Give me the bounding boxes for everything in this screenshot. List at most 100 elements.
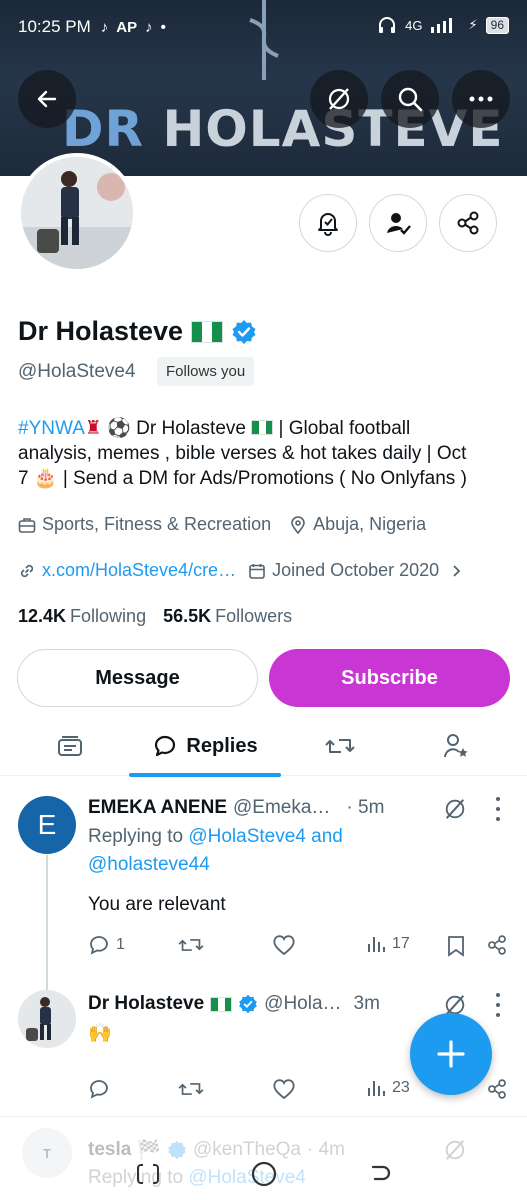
- grok-icon[interactable]: [443, 797, 467, 821]
- more-icon: [469, 96, 493, 102]
- subscribe-button[interactable]: Subscribe: [269, 649, 510, 707]
- tweet-1-reply-button[interactable]: 1: [88, 934, 125, 956]
- tweet-1-header: EMEKA ANENE @Emeka… · 5m: [88, 797, 384, 819]
- bell-check-icon: [318, 213, 338, 236]
- tab-highlights[interactable]: [40, 716, 100, 776]
- recents-icon[interactable]: [135, 1161, 161, 1187]
- message-button[interactable]: Message: [17, 649, 258, 707]
- tweet-1-like-button[interactable]: [272, 934, 296, 956]
- following-link[interactable]: 12.4K Following: [18, 606, 146, 626]
- tweet-2-handle[interactable]: @Hola…: [264, 993, 341, 1015]
- tweet-1-views[interactable]: 17: [366, 934, 410, 954]
- signal-icon: [430, 18, 452, 33]
- tweet-2-author-name[interactable]: Dr Holasteve: [88, 993, 204, 1015]
- profile-avatar[interactable]: [17, 153, 137, 273]
- calendar-icon: [249, 563, 265, 579]
- network-label: 4G: [405, 17, 423, 33]
- share-profile-button[interactable]: [439, 194, 497, 252]
- tweet-2-repost-button[interactable]: [178, 1078, 204, 1100]
- reply-mention-2[interactable]: @holasteve44: [88, 854, 210, 875]
- profile-bio: #YNWA♜ ⚽ Dr Holasteve | Global football …: [18, 418, 467, 489]
- status-app-ap: AP: [116, 18, 138, 36]
- battery-indicator: 96: [485, 16, 509, 34]
- profile-location: Abuja, Nigeria: [313, 514, 427, 534]
- tweet-1-replying-to: Replying to @HolaSteve4 and @holasteve44: [88, 826, 343, 875]
- tab-replies[interactable]: Replies: [129, 716, 281, 776]
- charging-icon: ⚡: [468, 17, 478, 32]
- profile-meta-row-1: Sports, Fitness & Recreation Abuja, Nige…: [18, 514, 426, 535]
- home-icon[interactable]: [250, 1160, 278, 1188]
- tweet-divider: [0, 1116, 527, 1117]
- replies-icon: [155, 735, 176, 757]
- follow-counts: 12.4K Following 56.5K Followers: [18, 606, 292, 627]
- system-nav-bar: [0, 1148, 527, 1200]
- link-icon: [20, 564, 34, 577]
- reposts-icon: [325, 739, 355, 753]
- notifications-button[interactable]: [299, 194, 357, 252]
- tweet-1-reply-count: 1: [116, 936, 125, 953]
- tweet-1-text: You are relevant: [88, 894, 226, 915]
- tweet-2-text: 🙌: [88, 1023, 112, 1044]
- status-dot: •: [160, 18, 166, 36]
- grok-icon: [328, 88, 350, 110]
- tiktok-icon: ♪: [145, 18, 153, 36]
- tweet-2-more-button[interactable]: [490, 993, 506, 1017]
- more-button[interactable]: [452, 70, 510, 128]
- search-button[interactable]: [381, 70, 439, 128]
- search-icon: [398, 87, 423, 112]
- active-tab-indicator: [129, 773, 281, 777]
- location-pin-icon: [291, 515, 305, 534]
- tab-affiliates[interactable]: [426, 716, 486, 776]
- repost-icon: [178, 1083, 204, 1095]
- liverpool-crest-icon: ♜: [84, 418, 102, 439]
- verified-badge-icon[interactable]: [231, 319, 257, 345]
- briefcase-icon: [18, 517, 36, 533]
- profile-category[interactable]: Sports, Fitness & Recreation: [42, 514, 271, 535]
- profile-website-link[interactable]: x.com/HolaSteve4/cre…: [42, 560, 236, 581]
- tweet-2-avatar[interactable]: [18, 990, 76, 1048]
- back-button[interactable]: [18, 70, 76, 128]
- tweet-1-author-name[interactable]: EMEKA ANENE: [88, 797, 227, 819]
- back-arrow-icon: [37, 90, 57, 108]
- reply-mention-1[interactable]: @HolaSteve4 and: [188, 826, 343, 847]
- avatar-photo: [21, 157, 133, 269]
- profile-tabs: Replies: [0, 716, 527, 777]
- display-name: Dr Holasteve: [18, 316, 184, 346]
- tweet-1-more-button[interactable]: [490, 797, 506, 821]
- tab-replies-label: Replies: [186, 734, 258, 757]
- thread-connector: [46, 855, 48, 995]
- status-time: 10:25 PM: [18, 17, 91, 36]
- tweet-2-like-button[interactable]: [272, 1078, 296, 1100]
- chevron-right-icon[interactable]: [449, 564, 463, 578]
- nigeria-flag-icon: [251, 420, 274, 435]
- bookmark-icon[interactable]: [447, 935, 465, 957]
- share-icon[interactable]: [486, 1078, 508, 1100]
- tweet-2-view-count: 23: [392, 1079, 410, 1096]
- following-button[interactable]: [369, 194, 427, 252]
- heart-icon: [273, 935, 295, 956]
- highlights-icon: [58, 736, 82, 756]
- tweet-1-view-count: 17: [392, 935, 410, 952]
- profile-handle: @HolaSteve4: [18, 361, 136, 382]
- tiktok-icon: ♪: [100, 18, 109, 36]
- tweet-2-reply-button[interactable]: [88, 1078, 110, 1100]
- tweet-1-handle[interactable]: @Emeka…: [233, 797, 330, 819]
- tweet-1-repost-button[interactable]: [178, 934, 204, 956]
- tab-reposts[interactable]: [310, 716, 370, 776]
- bio-hashtag[interactable]: #YNWA: [18, 418, 85, 439]
- share-icon[interactable]: [486, 934, 508, 956]
- compose-post-button[interactable]: [410, 1013, 492, 1095]
- nigeria-flag-icon: [210, 996, 233, 1012]
- grok-button[interactable]: [310, 70, 368, 128]
- followers-link[interactable]: 56.5K Followers: [163, 606, 292, 626]
- tweet-2-views[interactable]: 23: [366, 1078, 410, 1098]
- profile-joined-date[interactable]: Joined October 2020: [272, 560, 439, 581]
- follows-you-badge: Follows you: [157, 357, 255, 386]
- user-check-icon: [387, 213, 411, 235]
- tweet-1-avatar[interactable]: E: [18, 796, 76, 854]
- tweet-2-time: 3m: [353, 993, 380, 1014]
- status-bar: 10:25 PM ♪ AP ♪ • 4G ⚡ 96: [0, 0, 527, 54]
- back-icon[interactable]: [367, 1161, 393, 1187]
- share-icon: [457, 211, 479, 235]
- tweet-2-header: Dr Holasteve @Hola… 3m: [88, 993, 380, 1015]
